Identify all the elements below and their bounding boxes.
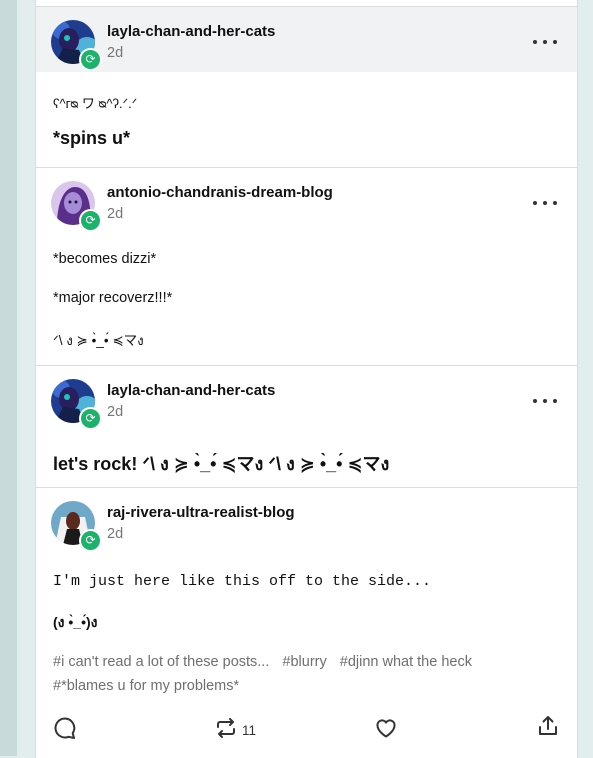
reblog-badge-icon: ⟳ <box>79 209 102 232</box>
username[interactable]: layla-chan-and-her-cats <box>107 23 275 40</box>
more-icon[interactable] <box>533 35 557 49</box>
post-header: ⟳ antonio-chandranis-dream-blog 2d <box>36 168 577 233</box>
post-text: ᐟ\ ง ≽ •̀_•́ ≼マง <box>53 333 144 348</box>
post-text: let's rock! ᐟ\ ง ≽ •̀_•́ ≼マง ᐟ\ ง ≽ •̀_•… <box>53 454 390 474</box>
reblog-button[interactable]: 11 <box>214 716 256 745</box>
post-header: ⟳ layla-chan-and-her-cats 2d <box>36 7 577 72</box>
reblog-badge-icon: ⟳ <box>79 407 102 430</box>
post-header: ⟳ raj-rivera-ultra-realist-blog 2d <box>36 488 577 553</box>
tag-list: #i can't read a lot of these posts... #b… <box>53 654 481 670</box>
tag-list: #*blames u for my problems* <box>53 678 248 694</box>
timestamp[interactable]: 2d <box>107 404 123 420</box>
post-card: ⟳ layla-chan-and-her-cats 2d ʕ^ᴦᴓ ワ ᴓ^ʔ.… <box>35 0 578 758</box>
share-icon[interactable] <box>536 714 560 738</box>
timestamp[interactable]: 2d <box>107 526 123 542</box>
timestamp[interactable]: 2d <box>107 206 123 222</box>
post-text: *spins u* <box>53 128 131 148</box>
post-text: *major recoverz!!!* <box>53 290 173 306</box>
left-sidebar-edge <box>0 0 17 756</box>
post-text: (ง •̀_•́)ง <box>53 614 98 630</box>
post-text: *becomes dizzi* <box>53 251 157 267</box>
tag-link[interactable]: #djinn what the heck <box>340 654 472 670</box>
tag-link[interactable]: #blurry <box>282 654 326 670</box>
reblog-icon <box>214 716 238 745</box>
post-text: I'm just here like this off to the side.… <box>53 573 432 590</box>
username[interactable]: raj-rivera-ultra-realist-blog <box>107 504 295 521</box>
tag-link[interactable]: #*blames u for my problems* <box>53 678 239 694</box>
reblog-badge-icon: ⟳ <box>79 48 102 71</box>
post-text: ʕ^ᴦᴓ ワ ᴓ^ʔ.ᐟ.ᐟ <box>53 96 138 111</box>
tag-link[interactable]: #i can't read a lot of these posts... <box>53 654 269 670</box>
reply-icon[interactable] <box>53 716 77 740</box>
timestamp[interactable]: 2d <box>107 45 123 61</box>
username[interactable]: antonio-chandranis-dream-blog <box>107 184 333 201</box>
reblog-badge-icon: ⟳ <box>79 529 102 552</box>
post-header: ⟳ layla-chan-and-her-cats 2d <box>36 366 577 431</box>
username[interactable]: layla-chan-and-her-cats <box>107 382 275 399</box>
reblog-count: 11 <box>242 723 257 738</box>
more-icon[interactable] <box>533 394 557 408</box>
like-icon[interactable] <box>374 716 398 740</box>
more-icon[interactable] <box>533 196 557 210</box>
